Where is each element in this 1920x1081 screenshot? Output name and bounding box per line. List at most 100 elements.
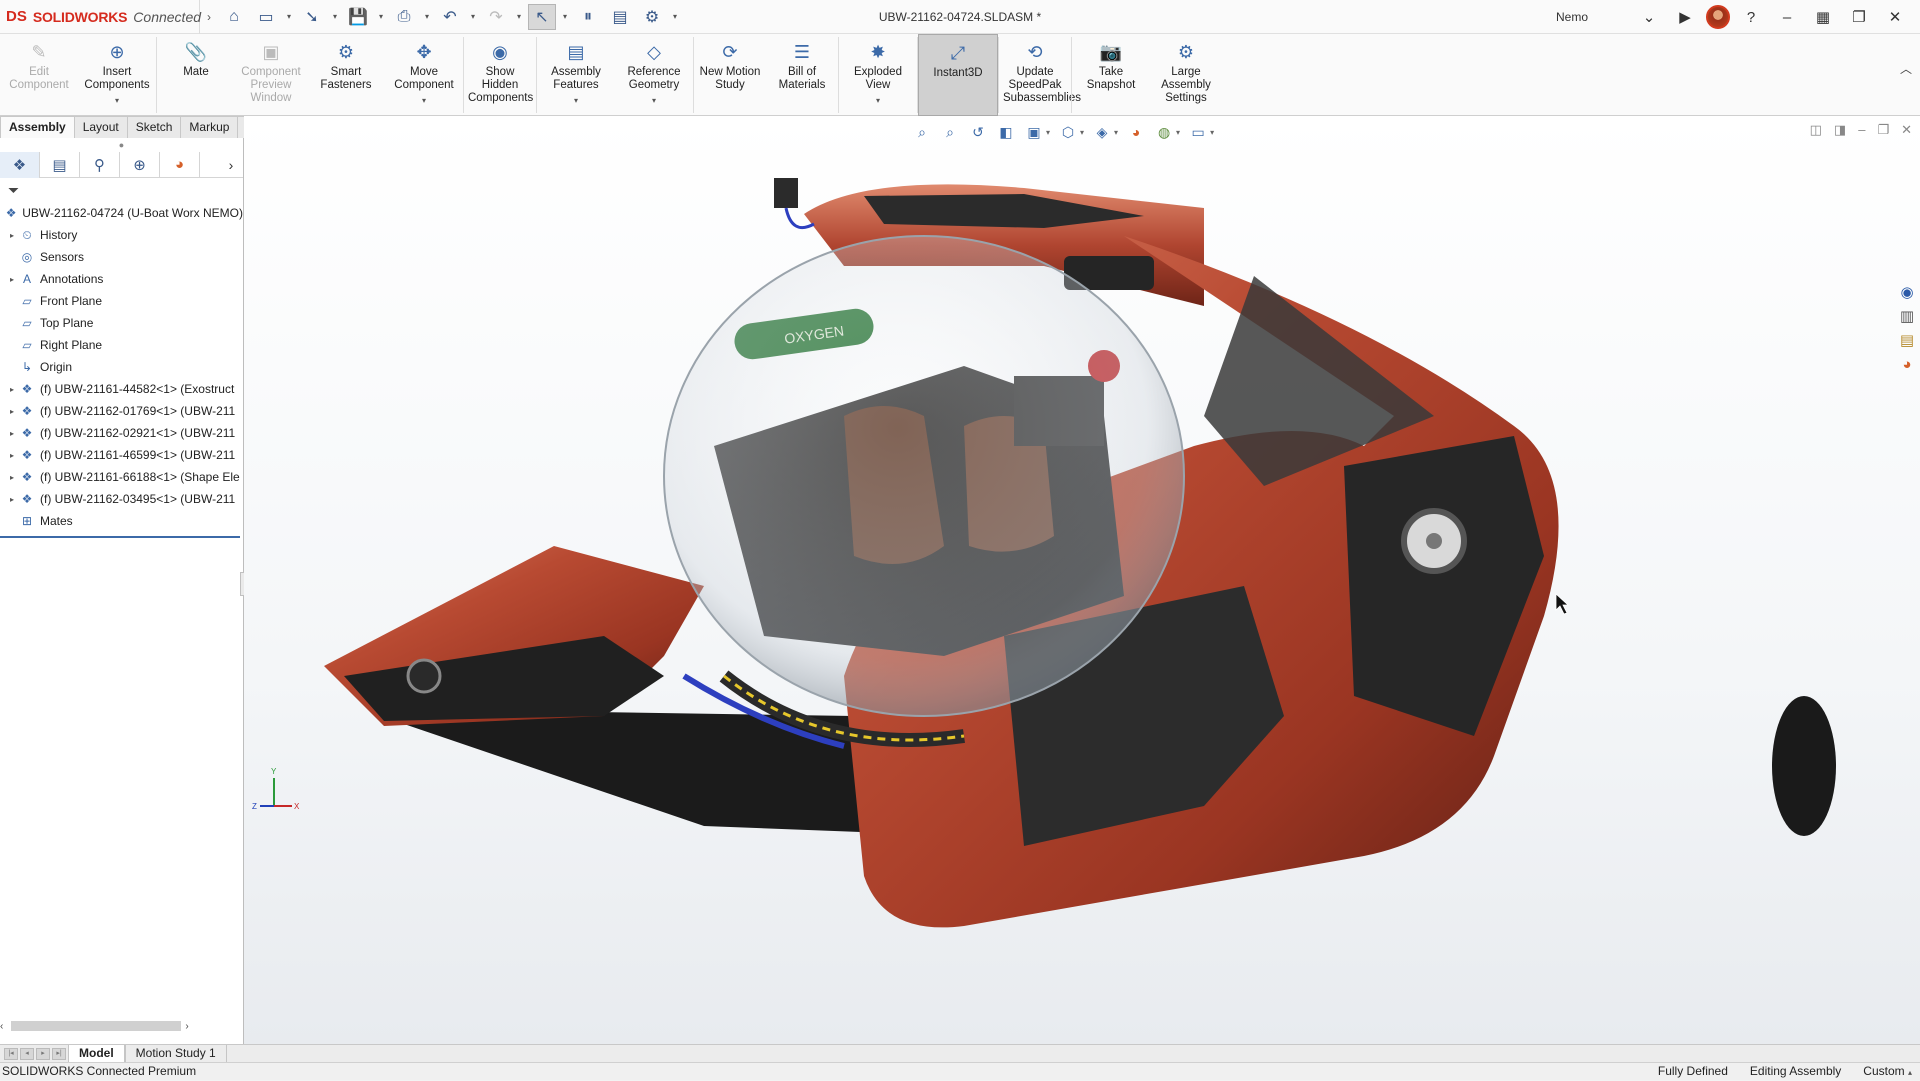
home-icon[interactable]: ⌂ (220, 4, 248, 30)
panel-grip-icon[interactable]: ● (0, 138, 243, 152)
new-document-icon[interactable]: ▭ (252, 4, 280, 30)
expand-arrow-icon[interactable]: ▸ (6, 429, 18, 438)
tab-markup[interactable]: Markup (180, 116, 239, 138)
component-preview-window-button[interactable]: ▣ Component Preview Window (235, 34, 307, 116)
chevron-down-icon[interactable]: ▾ (574, 94, 578, 107)
units-selector[interactable]: Custom ▴ (1863, 1063, 1912, 1081)
expand-arrow-icon[interactable]: ▸ (6, 385, 18, 394)
last-tab-icon[interactable]: ▸| (52, 1047, 66, 1060)
tree-hscrollbar[interactable]: ‹ › (0, 1018, 240, 1034)
chevron-right-icon[interactable]: › (219, 157, 243, 173)
select-dropdown-icon[interactable]: ▾ (560, 12, 570, 21)
mate-button[interactable]: 📎 Mate (157, 34, 235, 116)
redo-icon[interactable]: ↷ (482, 4, 510, 30)
bill-of-materials-button[interactable]: ☰ Bill of Materials (766, 34, 838, 116)
open-icon[interactable]: ➘ (298, 4, 326, 30)
smart-fasteners-button[interactable]: ⚙ Smart Fasteners (307, 34, 385, 116)
tree-item[interactable]: ▸ ❖ (f) UBW-21162-01769<1> (UBW-211 (0, 400, 243, 422)
exploded-view-button[interactable]: ✸ Exploded View ▾ (839, 34, 917, 116)
next-tab-icon[interactable]: ▸ (36, 1047, 50, 1060)
edit-component-button[interactable]: ✎ Edit Component (0, 34, 78, 116)
help-icon[interactable]: ? (1736, 2, 1766, 32)
submarine-model[interactable]: OXYGEN Y X Z (244, 116, 1920, 1044)
scroll-right-icon[interactable]: › (185, 1021, 188, 1032)
dimxpert-tab-icon[interactable]: ⊕ (120, 151, 160, 178)
tree-item[interactable]: ▸ ❖ (f) UBW-21162-03495<1> (UBW-211 (0, 488, 243, 510)
scroll-thumb[interactable] (11, 1021, 182, 1031)
first-tab-icon[interactable]: |◂ (4, 1047, 18, 1060)
chevron-down-icon[interactable]: ▾ (652, 94, 656, 107)
tree-item[interactable]: ▸ A Annotations (0, 268, 243, 290)
expand-arrow-icon[interactable]: ▸ (6, 495, 18, 504)
tree-item[interactable]: ▱ Front Plane (0, 290, 243, 312)
collapse-ribbon-icon[interactable]: ︿ (1900, 60, 1912, 77)
traffic-light-icon[interactable]: ⏸ (574, 4, 602, 30)
tree-item[interactable]: ▸ ❖ (f) UBW-21162-02921<1> (UBW-211 (0, 422, 243, 444)
tab-motion-study[interactable]: Motion Study 1 (124, 1044, 227, 1063)
chevron-down-icon[interactable]: ▾ (115, 94, 119, 107)
tree-item[interactable]: ▸ ❖ (f) UBW-21161-66188<1> (Shape Ele (0, 466, 243, 488)
solidworks-resources-icon[interactable]: ◉ (1897, 282, 1917, 302)
configuration-manager-tab-icon[interactable]: ⚲ (80, 151, 120, 178)
options-gear-icon[interactable]: ⚙ (638, 4, 666, 30)
tab-assembly[interactable]: Assembly (0, 116, 75, 138)
filter-icon[interactable]: ⏷ (0, 178, 243, 202)
move-component-button[interactable]: ✥ Move Component ▾ (385, 34, 463, 116)
expand-arrow-icon[interactable]: ▸ (6, 451, 18, 460)
save-dropdown-icon[interactable]: ▾ (376, 12, 386, 21)
tree-item[interactable]: ◎ Sensors (0, 246, 243, 268)
tree-item[interactable]: ↳ Origin (0, 356, 243, 378)
command-prompt-icon[interactable]: ▶ (1670, 2, 1700, 32)
minimize-icon[interactable]: – (1772, 2, 1802, 32)
file-properties-icon[interactable]: ▤ (606, 4, 634, 30)
open-dropdown-icon[interactable]: ▾ (330, 12, 340, 21)
avatar[interactable] (1706, 5, 1730, 29)
rollback-bar[interactable] (0, 536, 240, 538)
tab-sketch[interactable]: Sketch (126, 116, 182, 138)
property-manager-tab-icon[interactable]: ▤ (40, 151, 80, 178)
tree-item[interactable]: ▱ Right Plane (0, 334, 243, 356)
tab-model[interactable]: Model (68, 1044, 125, 1063)
feature-manager-tab-icon[interactable]: ❖ (0, 151, 40, 178)
design-library-icon[interactable]: ▥ (1897, 306, 1917, 326)
graphics-area[interactable]: ⌕ ⌕ ↺ ◧ ▣▾ ⬡▾ ◈▾ ◕ ◍▾ ▭▾ ◫ ◨ – ❐ ✕ (244, 116, 1920, 1044)
insert-components-button[interactable]: ⊕ Insert Components ▾ (78, 34, 156, 116)
appearances-icon[interactable]: ◕ (1897, 354, 1917, 374)
take-snapshot-button[interactable]: 📷 Take Snapshot (1072, 34, 1150, 116)
print-dropdown-icon[interactable]: ▾ (422, 12, 432, 21)
update-speedpak-subassemblies-button[interactable]: ⟲ Update SpeedPak Subassemblies (999, 34, 1081, 116)
tree-root[interactable]: ❖ UBW-21162-04724 (U-Boat Worx NEMO) (0, 202, 243, 224)
assembly-features-button[interactable]: ▤ Assembly Features ▾ (537, 34, 615, 116)
new-motion-study-button[interactable]: ⟳ New Motion Study (694, 34, 766, 116)
restore-icon[interactable]: ❐ (1844, 2, 1874, 32)
tree-item[interactable]: ▸ ❖ (f) UBW-21161-46599<1> (UBW-211 (0, 444, 243, 466)
tab-layout[interactable]: Layout (73, 116, 128, 138)
new-dropdown-icon[interactable]: ▾ (284, 12, 294, 21)
tree-item[interactable]: ▸ ⏲ History (0, 224, 243, 246)
expand-arrow-icon[interactable]: ▸ (6, 231, 18, 240)
save-icon[interactable]: 💾 (344, 4, 372, 30)
prev-tab-icon[interactable]: ◂ (20, 1047, 34, 1060)
close-icon[interactable]: ✕ (1880, 2, 1910, 32)
tree-item[interactable]: ⊞ Mates (0, 510, 243, 532)
undo-icon[interactable]: ↶ (436, 4, 464, 30)
tree-item[interactable]: ▸ ❖ (f) UBW-21161-44582<1> (Exostruct (0, 378, 243, 400)
tile-windows-icon[interactable]: ▦ (1808, 2, 1838, 32)
expand-arrow-icon[interactable]: ▸ (6, 473, 18, 482)
user-name[interactable]: Nemo (1556, 10, 1588, 24)
chevron-down-icon[interactable]: ▾ (876, 94, 880, 107)
expand-arrow-icon[interactable]: ▸ (6, 407, 18, 416)
select-pointer-icon[interactable]: ↖ (528, 3, 556, 30)
large-assembly-settings-button[interactable]: ⚙ Large Assembly Settings (1150, 34, 1222, 116)
chevron-down-icon[interactable]: ⌄ (1634, 2, 1664, 32)
brand-menu[interactable]: DS SOLIDWORKS Connected › (0, 0, 211, 34)
scroll-left-icon[interactable]: ‹ (0, 1021, 3, 1032)
display-manager-tab-icon[interactable]: ◕ (160, 151, 200, 178)
print-icon[interactable]: ⎙ (390, 4, 418, 30)
options-dropdown-icon[interactable]: ▾ (670, 12, 680, 21)
expand-arrow-icon[interactable]: ▸ (6, 275, 18, 284)
instant3d-button[interactable]: ⤢ Instant3D (918, 34, 998, 116)
chevron-down-icon[interactable]: ▾ (422, 94, 426, 107)
redo-dropdown-icon[interactable]: ▾ (514, 12, 524, 21)
undo-dropdown-icon[interactable]: ▾ (468, 12, 478, 21)
